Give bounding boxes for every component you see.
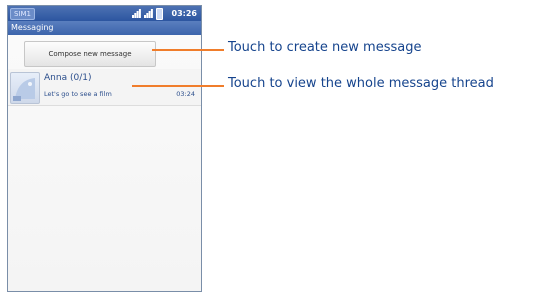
status-bar: SIM1 03:26 [8,6,201,21]
status-time: 03:26 [171,9,197,18]
compose-leader-line [152,49,224,51]
message-preview: Let's go to see a film [44,90,112,98]
compose-button-label: Compose new message [48,50,132,58]
message-list: Compose new message Anna (0/1) Let's go … [8,35,201,291]
message-thread-item[interactable]: Anna (0/1) Let's go to see a film 03:24 [8,69,201,106]
compose-new-message-button[interactable]: Compose new message [24,41,156,67]
signal-icon [144,9,153,18]
battery-icon [156,8,163,20]
contact-name: Anna [44,73,68,83]
thread-leader-line [132,85,224,87]
thread-callout: Touch to view the whole message thread [228,76,494,91]
contact-avatar-icon [10,72,40,104]
message-time: 03:24 [176,90,195,98]
compose-callout: Touch to create new message [228,40,422,55]
app-title-bar: Messaging [8,21,201,35]
app-title: Messaging [11,23,54,32]
signal-icon [132,9,141,18]
message-count: (0/1) [69,73,92,83]
sim-badge: SIM1 [10,8,36,20]
